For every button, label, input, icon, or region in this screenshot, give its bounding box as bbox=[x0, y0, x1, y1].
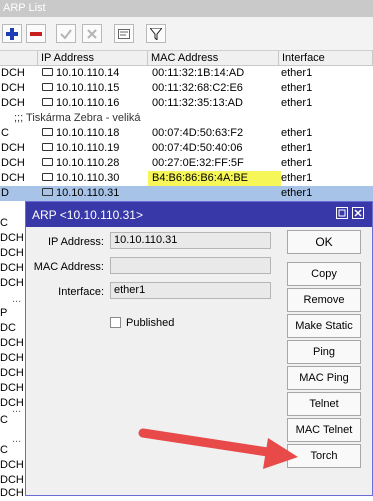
arrow-head bbox=[263, 438, 298, 469]
annotation-arrow bbox=[138, 428, 298, 469]
arrow-shaft bbox=[138, 428, 279, 458]
